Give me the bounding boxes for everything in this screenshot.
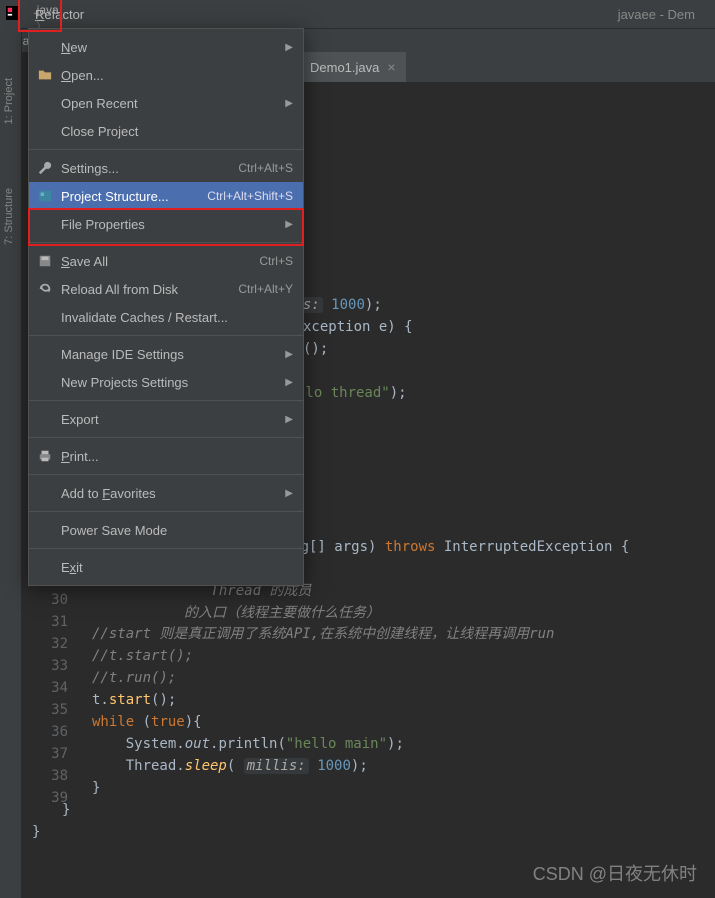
menu-item-label: Reload All from Disk	[61, 282, 230, 297]
menu-item-exit[interactable]: Exit	[29, 553, 303, 581]
menu-item-reload-all-from-disk[interactable]: Reload All from Disk Ctrl+Alt+Y	[29, 275, 303, 303]
menu-item-export[interactable]: Export ▶	[29, 405, 303, 433]
print-icon	[37, 449, 53, 463]
menu-item-label: Manage IDE Settings	[61, 347, 277, 362]
left-tool-strip: 1: Project 7: Structure	[0, 28, 22, 898]
chevron-right-icon: ▶	[285, 488, 293, 499]
menu-separator	[29, 548, 303, 549]
menu-item-print[interactable]: Print...	[29, 442, 303, 470]
menu-item-label: Export	[61, 412, 277, 427]
chevron-right-icon: 〉	[33, 0, 49, 2]
menu-item-label: Open...	[61, 68, 293, 83]
menu-item-open[interactable]: Open...	[29, 61, 303, 89]
proj-icon	[37, 189, 53, 203]
menu-item-power-save-mode[interactable]: Power Save Mode	[29, 516, 303, 544]
menu-separator	[29, 511, 303, 512]
project-name: javaee - Dem	[618, 7, 715, 22]
menu-item-label: New Projects Settings	[61, 375, 277, 390]
menu-separator	[29, 149, 303, 150]
reload-icon	[37, 282, 53, 296]
menu-item-label: Add to Favorites	[61, 486, 277, 501]
app-icon	[6, 6, 22, 22]
chevron-right-icon: ▶	[285, 349, 293, 360]
open-icon	[37, 68, 53, 82]
menu-item-new-projects-settings[interactable]: New Projects Settings ▶	[29, 368, 303, 396]
menu-item-invalidate-caches-restart[interactable]: Invalidate Caches / Restart...	[29, 303, 303, 331]
side-tab-project[interactable]: 1: Project	[3, 78, 15, 124]
chevron-right-icon: ▶	[285, 219, 293, 230]
menu-item-project-structure[interactable]: Project Structure... Ctrl+Alt+Shift+S	[29, 182, 303, 210]
menu-item-label: Project Structure...	[61, 189, 199, 204]
menu-item-label: Print...	[61, 449, 293, 464]
menu-item-label: Close Project	[61, 124, 293, 139]
shortcut-label: Ctrl+S	[259, 254, 293, 268]
menu-item-manage-ide-settings[interactable]: Manage IDE Settings ▶	[29, 340, 303, 368]
editor-tab[interactable]: Demo1.java ×	[300, 52, 406, 82]
menu-item-label: Save All	[61, 254, 251, 269]
menu-item-label: File Properties	[61, 217, 277, 232]
menu-separator	[29, 335, 303, 336]
shortcut-label: Ctrl+Alt+Shift+S	[207, 189, 293, 203]
menu-item-label: Settings...	[61, 161, 230, 176]
menubar: FileEditViewNavigateCodeAnalyzeRefactorB…	[0, 0, 715, 28]
menu-item-open-recent[interactable]: Open Recent ▶	[29, 89, 303, 117]
menu-item-label: Exit	[61, 560, 293, 575]
side-tab-structure[interactable]: 7: Structure	[3, 188, 15, 245]
menu-item-close-project[interactable]: Close Project	[29, 117, 303, 145]
menu-item-new[interactable]: New ▶	[29, 33, 303, 61]
shortcut-label: Ctrl+Alt+S	[238, 161, 293, 175]
menu-item-settings[interactable]: Settings... Ctrl+Alt+S	[29, 154, 303, 182]
file-menu-dropdown: New ▶ Open... Open Recent ▶ Close Project Sett…	[28, 28, 304, 586]
save-icon	[37, 254, 53, 268]
menu-item-label: Power Save Mode	[61, 523, 293, 538]
menu-item-label: New	[61, 40, 277, 55]
chevron-right-icon: ▶	[285, 42, 293, 53]
menu-separator	[29, 437, 303, 438]
menu-separator	[29, 474, 303, 475]
menu-separator	[29, 400, 303, 401]
wrench-icon	[37, 161, 53, 175]
chevron-right-icon: ▶	[285, 98, 293, 109]
close-icon[interactable]: ×	[387, 59, 395, 75]
chevron-right-icon: ▶	[285, 414, 293, 425]
menu-separator	[29, 242, 303, 243]
menu-item-label: Open Recent	[61, 96, 277, 111]
menu-item-add-to-favorites[interactable]: Add to Favorites ▶	[29, 479, 303, 507]
chevron-right-icon: ▶	[285, 377, 293, 388]
menu-item-label: Invalidate Caches / Restart...	[61, 310, 293, 325]
menu-item-file-properties[interactable]: File Properties ▶	[29, 210, 303, 238]
tab-label: Demo1.java	[310, 60, 379, 75]
menu-item-save-all[interactable]: Save All Ctrl+S	[29, 247, 303, 275]
shortcut-label: Ctrl+Alt+Y	[238, 282, 293, 296]
watermark: CSDN @日夜无休时	[533, 860, 697, 886]
breadcrumb-item[interactable]: .java	[33, 3, 98, 17]
